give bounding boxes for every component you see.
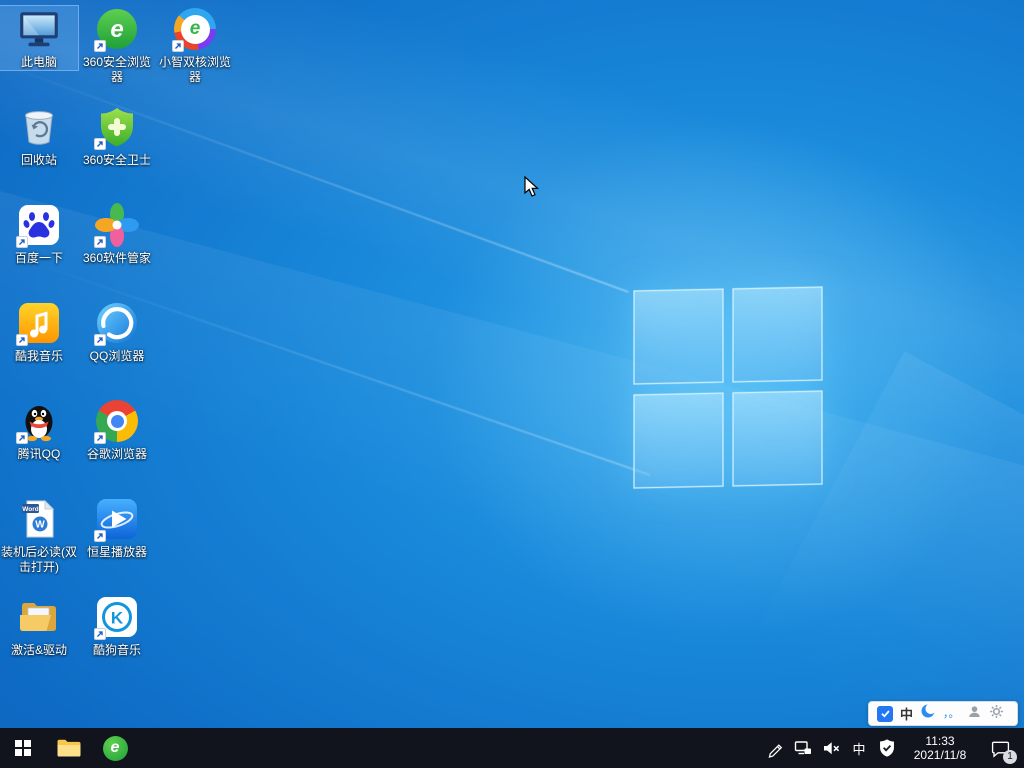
desktop-icon-this-pc[interactable]: 此电脑 <box>0 5 79 71</box>
svg-text:e: e <box>110 16 123 43</box>
star-player-icon <box>94 496 140 542</box>
desktop[interactable]: 此电脑 e 360安全浏览器 e 小智双核浏览器 回收站 360安全卫士 百度一… <box>0 0 1024 768</box>
desktop-icon-label: 360安全卫士 <box>82 153 152 167</box>
desktop-icon-label: QQ浏览器 <box>89 349 145 363</box>
desktop-icon-label: 装机后必读(双击打开) <box>1 545 77 574</box>
desktop-icon-recycle-bin[interactable]: 回收站 <box>0 104 78 168</box>
clock-date: 2021/11/8 <box>913 748 967 762</box>
xiaozhi-browser-icon: e <box>172 6 218 52</box>
desktop-icon-label: 小智双核浏览器 <box>158 55 231 84</box>
moon-icon[interactable] <box>920 703 937 724</box>
desktop-icon-label: 谷歌浏览器 <box>86 447 147 461</box>
desktop-icon-readme[interactable]: Word W 装机后必读(双击打开) <box>0 496 78 575</box>
shortcut-arrow-icon <box>94 138 106 150</box>
settings-gear-icon[interactable] <box>989 704 1004 724</box>
action-center-button[interactable]: 1 <box>980 728 1020 768</box>
folder-icon <box>16 594 62 640</box>
mouse-cursor <box>524 175 544 203</box>
ime-mode-toggle[interactable]: 中 <box>900 704 913 723</box>
chrome-icon <box>94 398 140 444</box>
ime-language-indicator[interactable]: 中 <box>846 728 872 768</box>
360-browser-icon: e <box>102 735 128 761</box>
desktop-icon-360-browser[interactable]: e 360安全浏览器 <box>78 6 156 85</box>
qq-browser-icon <box>94 300 140 346</box>
desktop-icon-label: 激活&驱动 <box>10 643 67 657</box>
recycle-bin-icon <box>16 104 62 150</box>
desktop-icon-tencent-qq[interactable]: 腾讯QQ <box>0 398 78 462</box>
desktop-icon-label: 酷我音乐 <box>14 349 63 363</box>
ime-logo-check-icon[interactable] <box>877 705 893 722</box>
this-pc-icon <box>16 6 62 52</box>
desktop-icon-kugou[interactable]: K 酷狗音乐 <box>78 594 156 658</box>
windows-logo <box>633 286 823 490</box>
360-browser-icon: e <box>94 6 140 52</box>
shield-check-icon[interactable] <box>874 728 900 768</box>
desktop-icon-label: 此电脑 <box>20 55 57 69</box>
user-icon[interactable] <box>967 704 982 724</box>
punctuation-icon[interactable]: ，。 <box>943 706 960 722</box>
svg-text:W: W <box>35 520 45 531</box>
taskbar: e 中 11:33 2021/11/8 1 <box>0 728 1024 768</box>
desktop-icon-star-player[interactable]: 恒星播放器 <box>78 496 156 560</box>
360-guard-icon <box>94 104 140 150</box>
volume-muted-icon[interactable] <box>818 728 844 768</box>
desktop-icon-label: 回收站 <box>20 153 57 167</box>
start-button[interactable] <box>0 728 46 768</box>
clock-time: 11:33 <box>925 734 955 748</box>
desktop-icon-qq-browser[interactable]: QQ浏览器 <box>78 300 156 364</box>
360-manager-icon <box>94 202 140 248</box>
shortcut-arrow-icon <box>16 432 28 444</box>
desktop-icon-label: 360软件管家 <box>82 251 152 265</box>
desktop-icon-360-guard[interactable]: 360安全卫士 <box>78 104 156 168</box>
shortcut-arrow-icon <box>172 40 184 52</box>
shortcut-arrow-icon <box>94 40 106 52</box>
desktop-icon-label: 360安全浏览器 <box>82 55 152 84</box>
kugou-music-icon: K <box>94 594 140 640</box>
shortcut-arrow-icon <box>94 530 106 542</box>
ime-toolbar[interactable]: 中 ，。 <box>868 701 1018 726</box>
qq-penguin-icon <box>16 398 62 444</box>
windows-start-icon <box>15 740 31 756</box>
shortcut-arrow-icon <box>94 432 106 444</box>
pen-icon[interactable] <box>762 728 788 768</box>
taskbar-empty-area[interactable] <box>138 728 762 768</box>
desktop-icon-label: 腾讯QQ <box>17 447 61 461</box>
shortcut-arrow-icon <box>16 236 28 248</box>
shortcut-arrow-icon <box>94 334 106 346</box>
network-icon[interactable] <box>790 728 816 768</box>
system-tray: 中 11:33 2021/11/8 1 <box>762 728 1024 768</box>
baidu-icon <box>16 202 62 248</box>
360-browser-taskbar-button[interactable]: e <box>92 728 138 768</box>
desktop-icon-baidu[interactable]: 百度一下 <box>0 202 78 266</box>
file-explorer-button[interactable] <box>46 728 92 768</box>
desktop-icon-xiaozhi-browser[interactable]: e 小智双核浏览器 <box>156 6 234 85</box>
shortcut-arrow-icon <box>94 236 106 248</box>
taskbar-clock[interactable]: 11:33 2021/11/8 <box>902 728 978 768</box>
svg-text:K: K <box>111 609 124 628</box>
desktop-icon-label: 酷狗音乐 <box>92 643 141 657</box>
kuwo-music-icon <box>16 300 62 346</box>
word-document-icon: Word W <box>16 496 62 542</box>
desktop-icon-360-manager[interactable]: 360软件管家 <box>78 202 156 266</box>
desktop-icon-activate-driver[interactable]: 激活&驱动 <box>0 594 78 658</box>
shortcut-arrow-icon <box>94 628 106 640</box>
svg-text:Word: Word <box>22 506 39 513</box>
desktop-icon-chrome[interactable]: 谷歌浏览器 <box>78 398 156 462</box>
desktop-icon-kuwo[interactable]: 酷我音乐 <box>0 300 78 364</box>
desktop-icon-label: 百度一下 <box>14 251 63 265</box>
file-explorer-icon <box>57 739 81 757</box>
notification-badge: 1 <box>1003 750 1017 764</box>
desktop-icon-label: 恒星播放器 <box>86 545 147 559</box>
shortcut-arrow-icon <box>16 334 28 346</box>
